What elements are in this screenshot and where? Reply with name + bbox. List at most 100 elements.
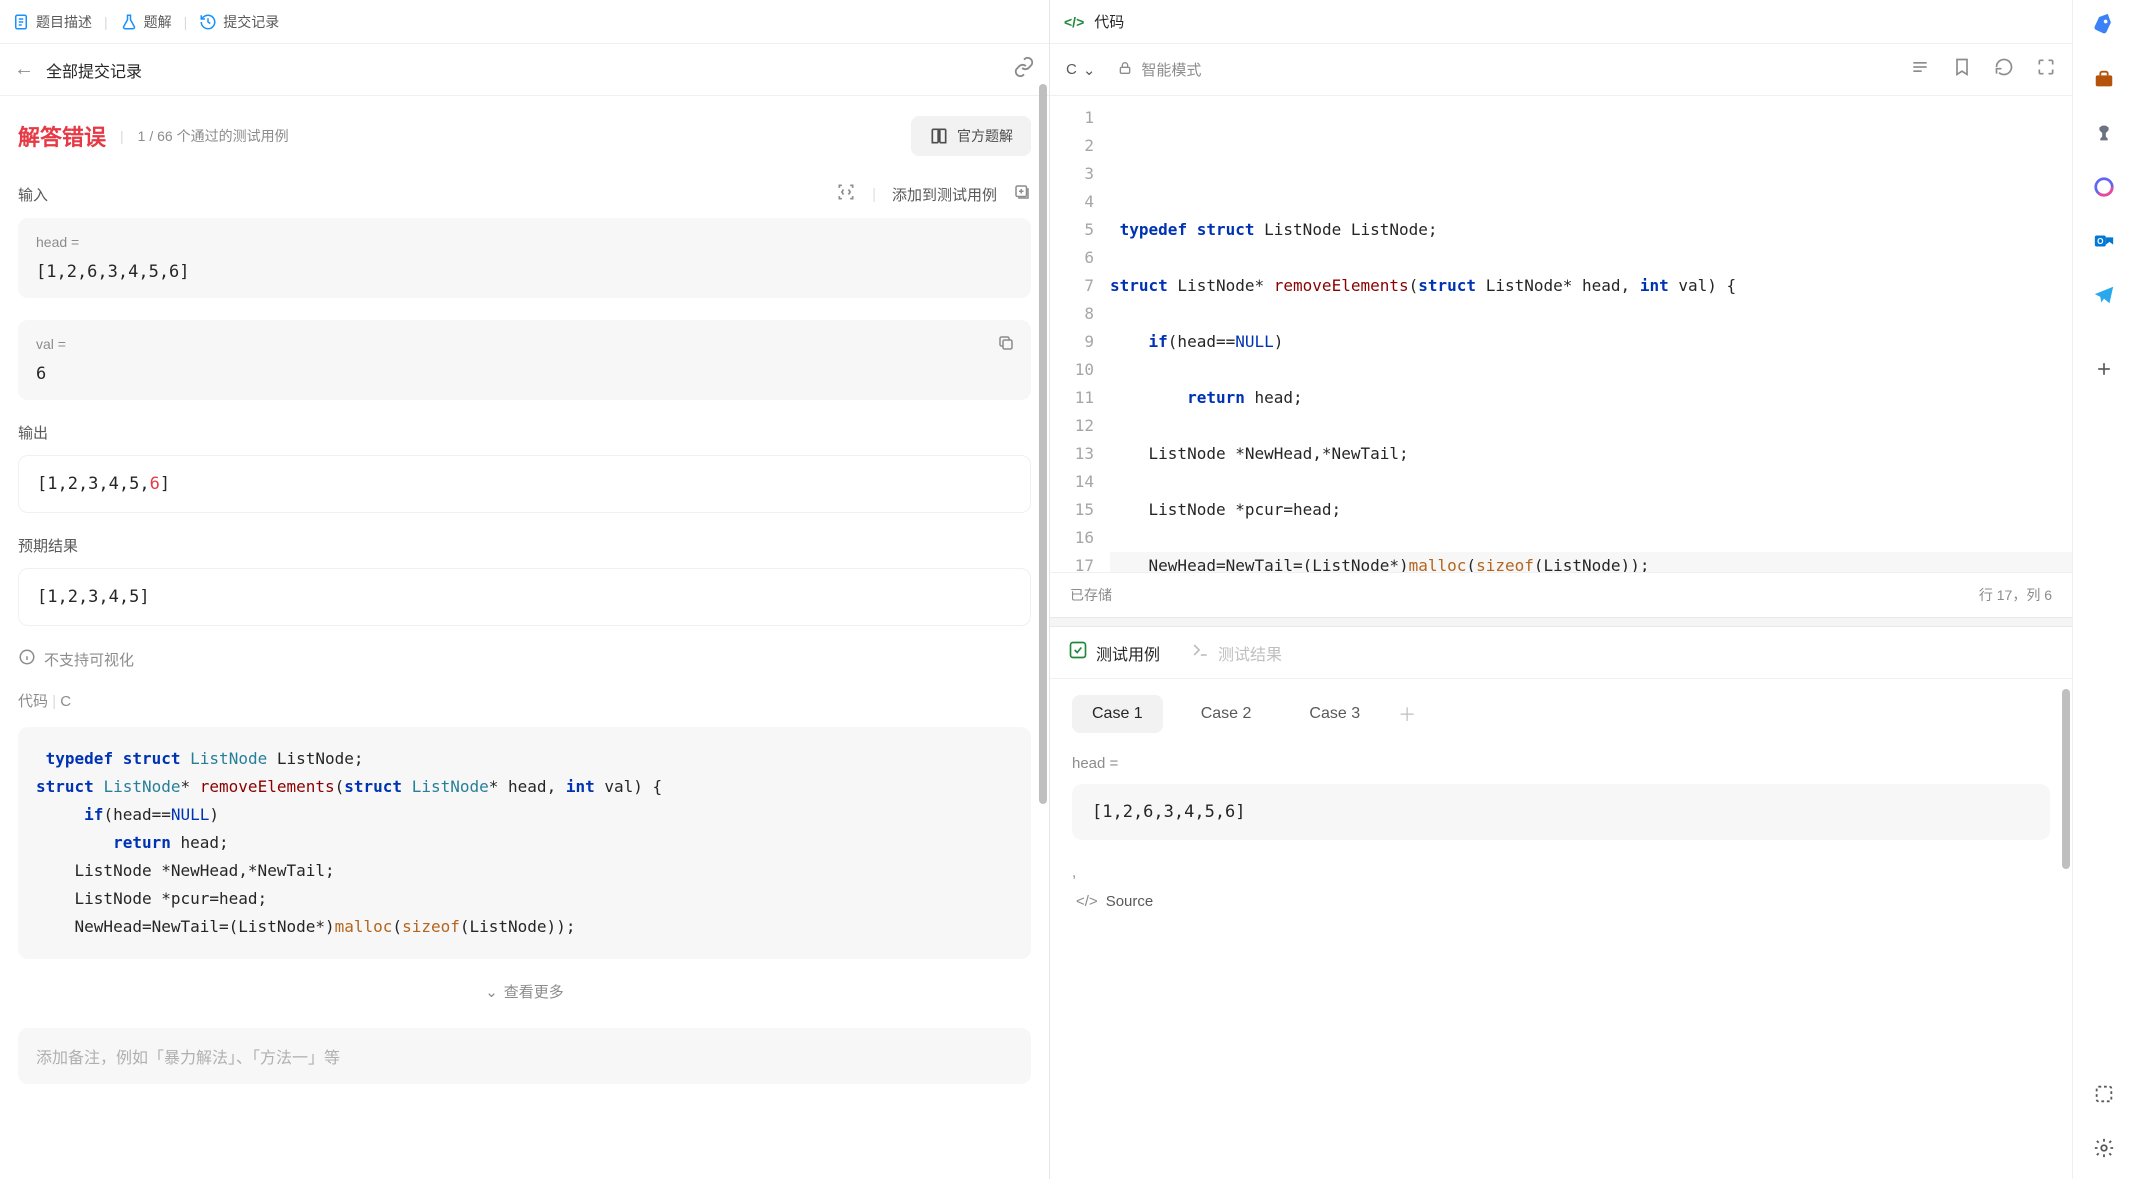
input-val-box: val = 6 [18, 320, 1031, 400]
tab-submission-label: 提交记录 [223, 12, 279, 32]
subheader: ← 全部提交记录 [0, 44, 1049, 96]
case-chip-2[interactable]: Case 2 [1181, 695, 1272, 733]
language-picker[interactable]: C ⌄ [1066, 61, 1095, 79]
expand-icon[interactable] [2036, 57, 2056, 82]
tab-submission[interactable]: 提交记录 [199, 12, 279, 32]
submission-code-snippet: typedef struct ListNode ListNode; struct… [18, 727, 1031, 959]
outlook-icon[interactable]: O [2089, 226, 2119, 256]
cursor-position: 行 17，列 6 [1979, 585, 2052, 605]
plus-icon[interactable] [2089, 354, 2119, 384]
input-head-label: head = [36, 234, 1013, 250]
left-panel: 题目描述 | 题解 | 提交记录 ← 全部提交记录 解答错误 | 1 / 66 … [0, 0, 1050, 1179]
expected-label: 预期结果 [18, 535, 78, 556]
reset-icon[interactable] [1994, 57, 2014, 82]
screenshot-icon[interactable] [2089, 1079, 2119, 1109]
panel-resizer[interactable] [1050, 617, 2072, 627]
input-head-box: head = [1,2,6,3,4,5,6] [18, 218, 1031, 298]
tab-description-label: 题目描述 [36, 12, 92, 32]
chess-icon[interactable] [2089, 118, 2119, 148]
show-more-button[interactable]: ⌄ 查看更多 [18, 973, 1031, 1010]
left-scrollbar[interactable] [1037, 44, 1049, 1179]
bookmark-icon[interactable] [1952, 57, 1972, 82]
testcase-tab-label: 测试用例 [1096, 641, 1160, 665]
scroll-thumb[interactable] [1039, 84, 1047, 804]
tab-solution-label: 题解 [144, 12, 172, 32]
info-icon [18, 648, 36, 670]
testcase-scrollbar[interactable] [2062, 689, 2070, 869]
add-case-button[interactable]: ＋ [1398, 701, 1416, 727]
saved-label: 已存储 [1070, 585, 1112, 605]
code-icon: </> [1064, 14, 1084, 30]
tab-divider: | [184, 14, 188, 30]
lock-icon [1117, 60, 1133, 80]
source-label-row: </> Source [1072, 893, 2050, 910]
official-solution-button[interactable]: 官方题解 [911, 116, 1031, 156]
tab-solution[interactable]: 题解 [120, 12, 172, 32]
testcase-panel: Case 1 Case 2 Case 3 ＋ head = [1,2,6,3,4… [1050, 679, 2072, 1179]
right-panel: </> 代码 C ⌄ 智能模式 12345 678910 1112131415 … [1050, 0, 2072, 1179]
input-head-value: [1,2,6,3,4,5,6] [36, 262, 1013, 282]
line-gutter: 12345 678910 1112131415 1617181920 [1050, 104, 1110, 572]
output-diff: 6 [150, 474, 160, 494]
input-val-value: 6 [36, 364, 1013, 384]
input-val-label: val = [36, 336, 1013, 352]
copilot-icon[interactable] [2089, 172, 2119, 202]
output-label-row: 输出 [18, 422, 1031, 443]
tab-description[interactable]: 题目描述 [12, 12, 92, 32]
list-icon[interactable] [1910, 57, 1930, 82]
official-solution-label: 官方题解 [957, 126, 1013, 146]
case-chip-1[interactable]: Case 1 [1072, 695, 1163, 733]
expected-label-row: 预期结果 [18, 535, 1031, 556]
add-testcase-icon[interactable] [1013, 183, 1031, 205]
tab-result[interactable]: 测试结果 [1190, 640, 1282, 665]
tab-testcase[interactable]: 测试用例 [1068, 640, 1160, 665]
mode-label: 智能模式 [1141, 59, 1201, 80]
case-chip-3[interactable]: Case 3 [1289, 695, 1380, 733]
book-icon [929, 126, 949, 146]
toolbar-icons [1910, 57, 2056, 82]
file-text-icon [12, 13, 30, 31]
code-lines[interactable]: typedef struct ListNode ListNode; struct… [1110, 104, 2072, 572]
code-editor[interactable]: 12345 678910 1112131415 1617181920 typed… [1050, 96, 2072, 572]
copy-icon[interactable] [997, 334, 1015, 356]
back-arrow-icon[interactable]: ← [14, 58, 34, 81]
status-row: 解答错误 | 1 / 66 个通过的测试用例 官方题解 [18, 116, 1031, 156]
notes-input[interactable]: 添加备注，例如「暴力解法」、「方法一」等 [18, 1028, 1031, 1084]
input-section-row: 输入 | 添加到测试用例 [18, 182, 1031, 206]
case-comma: , [1072, 864, 2050, 881]
tag-icon[interactable] [2089, 10, 2119, 40]
code-label: 代码 [18, 693, 48, 710]
code-icon: </> [1076, 893, 1098, 910]
chevron-down-icon: ⌄ [1083, 61, 1096, 79]
tab-divider: | [104, 14, 108, 30]
telegram-icon[interactable] [2089, 280, 2119, 310]
code-section-label: 代码 | C [18, 690, 1031, 711]
output-value-box: [1,2,3,4,5,6] [18, 455, 1031, 513]
editor-header: </> 代码 [1050, 0, 2072, 44]
language-label: C [1066, 61, 1077, 78]
briefcase-icon[interactable] [2089, 64, 2119, 94]
output-prefix: [1,2,3,4,5, [37, 474, 150, 494]
no-viz-label: 不支持可视化 [44, 649, 134, 670]
add-testcase-label[interactable]: 添加到测试用例 [892, 184, 997, 205]
result-tab-label: 测试结果 [1218, 641, 1282, 665]
scan-icon[interactable] [836, 182, 856, 206]
no-viz-hint: 不支持可视化 [18, 648, 1031, 670]
breadcrumb-title[interactable]: 全部提交记录 [46, 58, 142, 82]
left-tabs: 题目描述 | 题解 | 提交记录 [0, 0, 1049, 44]
expected-value: [1,2,3,4,5] [37, 587, 150, 607]
code-title: 代码 [1094, 11, 1124, 32]
chevron-down-icon: ⌄ [485, 983, 498, 1001]
notes-placeholder: 添加备注，例如「暴力解法」、「方法一」等 [36, 1050, 340, 1067]
tests-count: 1 / 66 个通过的测试用例 [138, 126, 289, 146]
case-head-value[interactable]: [1,2,6,3,4,5,6] [1072, 784, 2050, 840]
input-label: 输入 [18, 184, 48, 205]
intelligent-mode[interactable]: 智能模式 [1117, 59, 1201, 80]
link-icon[interactable] [1013, 56, 1035, 84]
editor-status-bar: 已存储 行 17，列 6 [1050, 572, 2072, 617]
gear-icon[interactable] [2089, 1133, 2119, 1163]
status-badge: 解答错误 [18, 120, 106, 152]
result-body: 解答错误 | 1 / 66 个通过的测试用例 官方题解 输入 | 添加到测试用例… [0, 96, 1049, 1179]
output-label: 输出 [18, 422, 48, 443]
source-label[interactable]: Source [1106, 893, 1154, 910]
